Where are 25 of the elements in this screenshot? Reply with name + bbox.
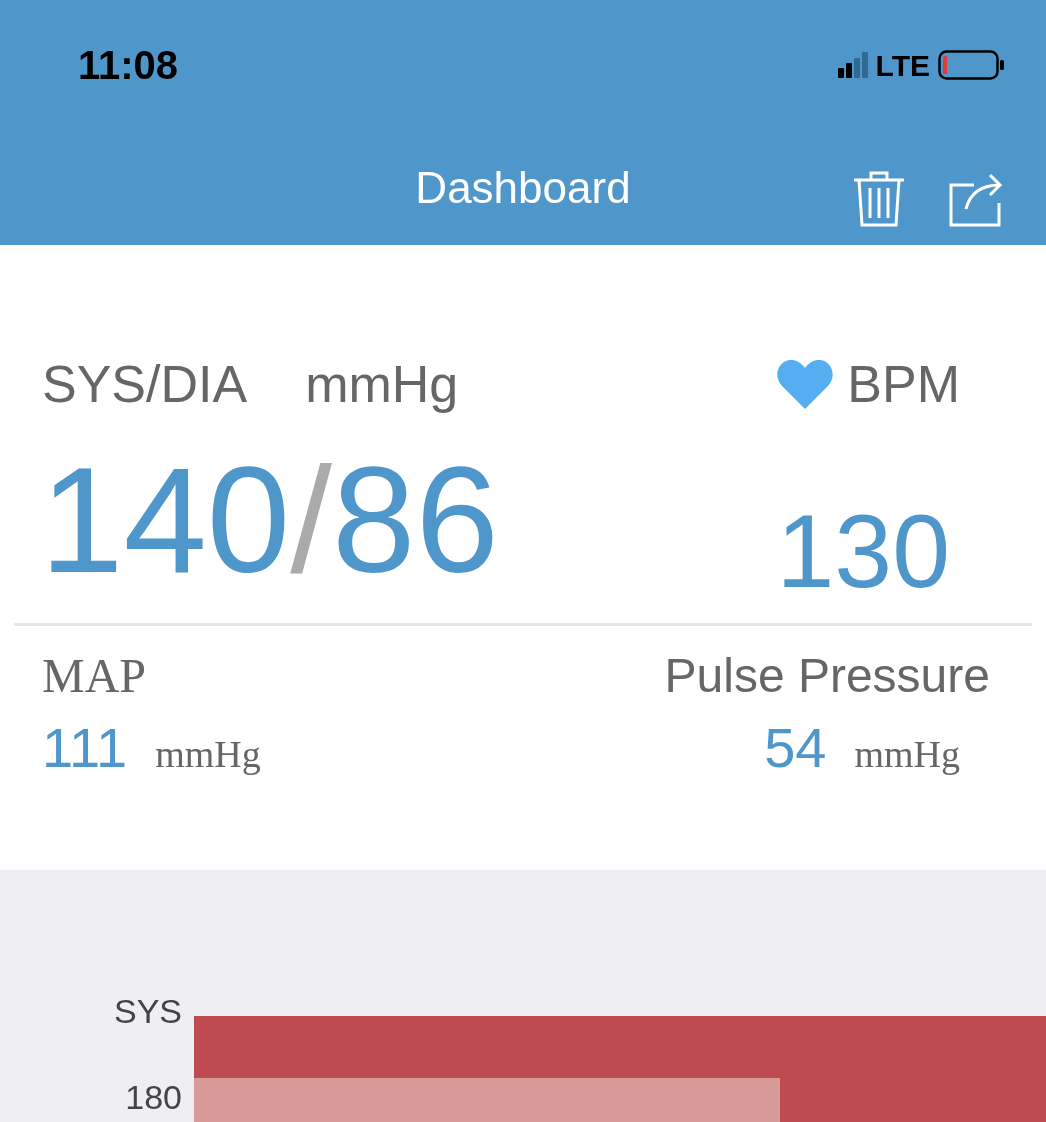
pulse-value: 130 xyxy=(776,499,950,603)
metric-value: 54 xyxy=(764,715,827,781)
share-icon xyxy=(948,171,1004,227)
battery-icon xyxy=(938,50,1004,80)
bp-unit: mmHg xyxy=(305,354,459,415)
header-title: Dashboard xyxy=(415,161,631,214)
heart-icon xyxy=(777,359,834,409)
metric-unit: mmHg xyxy=(155,732,261,777)
diastolic-value: 86 xyxy=(331,445,499,595)
metric-label: Pulse Pressure xyxy=(664,648,990,704)
trash-icon xyxy=(852,170,906,228)
network-label: LTE xyxy=(875,47,930,84)
systolic-value: 140 xyxy=(40,445,291,595)
axis-tick: 180 xyxy=(125,1080,182,1114)
bp-label: SYS/DIA xyxy=(42,354,248,415)
axis-title: SYS xyxy=(113,994,182,1028)
metric-value: 111 xyxy=(42,715,128,781)
separator-slash: / xyxy=(290,445,332,595)
delete-button[interactable] xyxy=(852,170,906,228)
share-button[interactable] xyxy=(948,171,1004,227)
metric-label: MAP xyxy=(42,648,147,704)
signal-icon xyxy=(837,52,868,78)
metric-unit: mmHg xyxy=(854,732,960,777)
status-time: 11:08 xyxy=(78,42,179,89)
pulse-label: BPM xyxy=(847,354,960,415)
